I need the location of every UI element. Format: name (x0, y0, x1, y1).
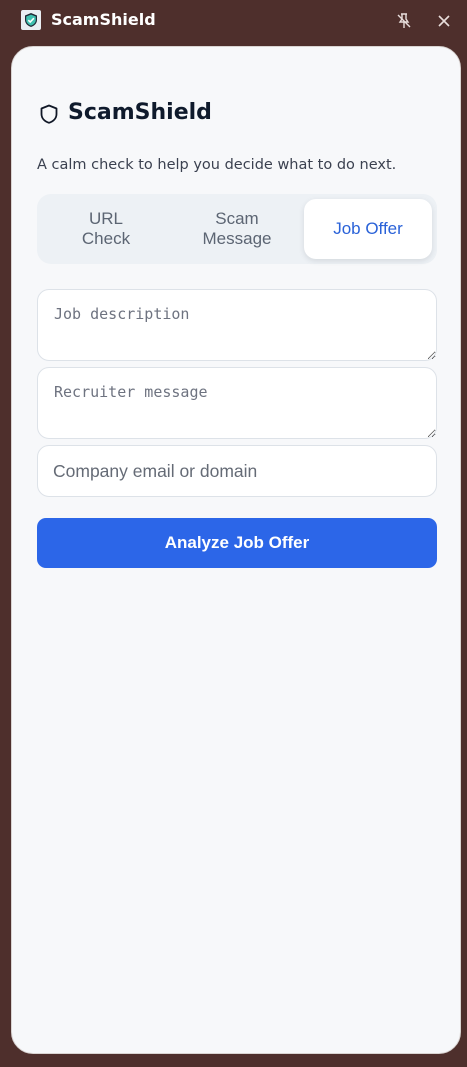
analyze-job-offer-button[interactable]: Analyze Job Offer (37, 518, 437, 568)
job-description-input[interactable] (37, 289, 437, 361)
main-panel: ScamShield A calm check to help you deci… (11, 46, 461, 1054)
brand-header: ScamShield (38, 99, 212, 125)
brand-title: ScamShield (68, 99, 212, 125)
close-icon[interactable] (429, 6, 459, 36)
subtitle: A calm check to help you decide what to … (37, 157, 397, 173)
unpin-icon[interactable] (389, 6, 419, 36)
tab-scam-message[interactable]: Scam Message (173, 199, 301, 259)
mode-tabs: URL Check Scam Message Job Offer (37, 194, 437, 264)
window-title: ScamShield (51, 10, 156, 29)
company-domain-input[interactable] (37, 445, 437, 497)
tab-url-check[interactable]: URL Check (42, 199, 170, 259)
shield-icon (38, 103, 60, 125)
title-bar: ScamShield (0, 0, 467, 42)
recruiter-message-input[interactable] (37, 367, 437, 439)
shield-check-icon (21, 10, 41, 30)
tab-job-offer[interactable]: Job Offer (304, 199, 432, 259)
